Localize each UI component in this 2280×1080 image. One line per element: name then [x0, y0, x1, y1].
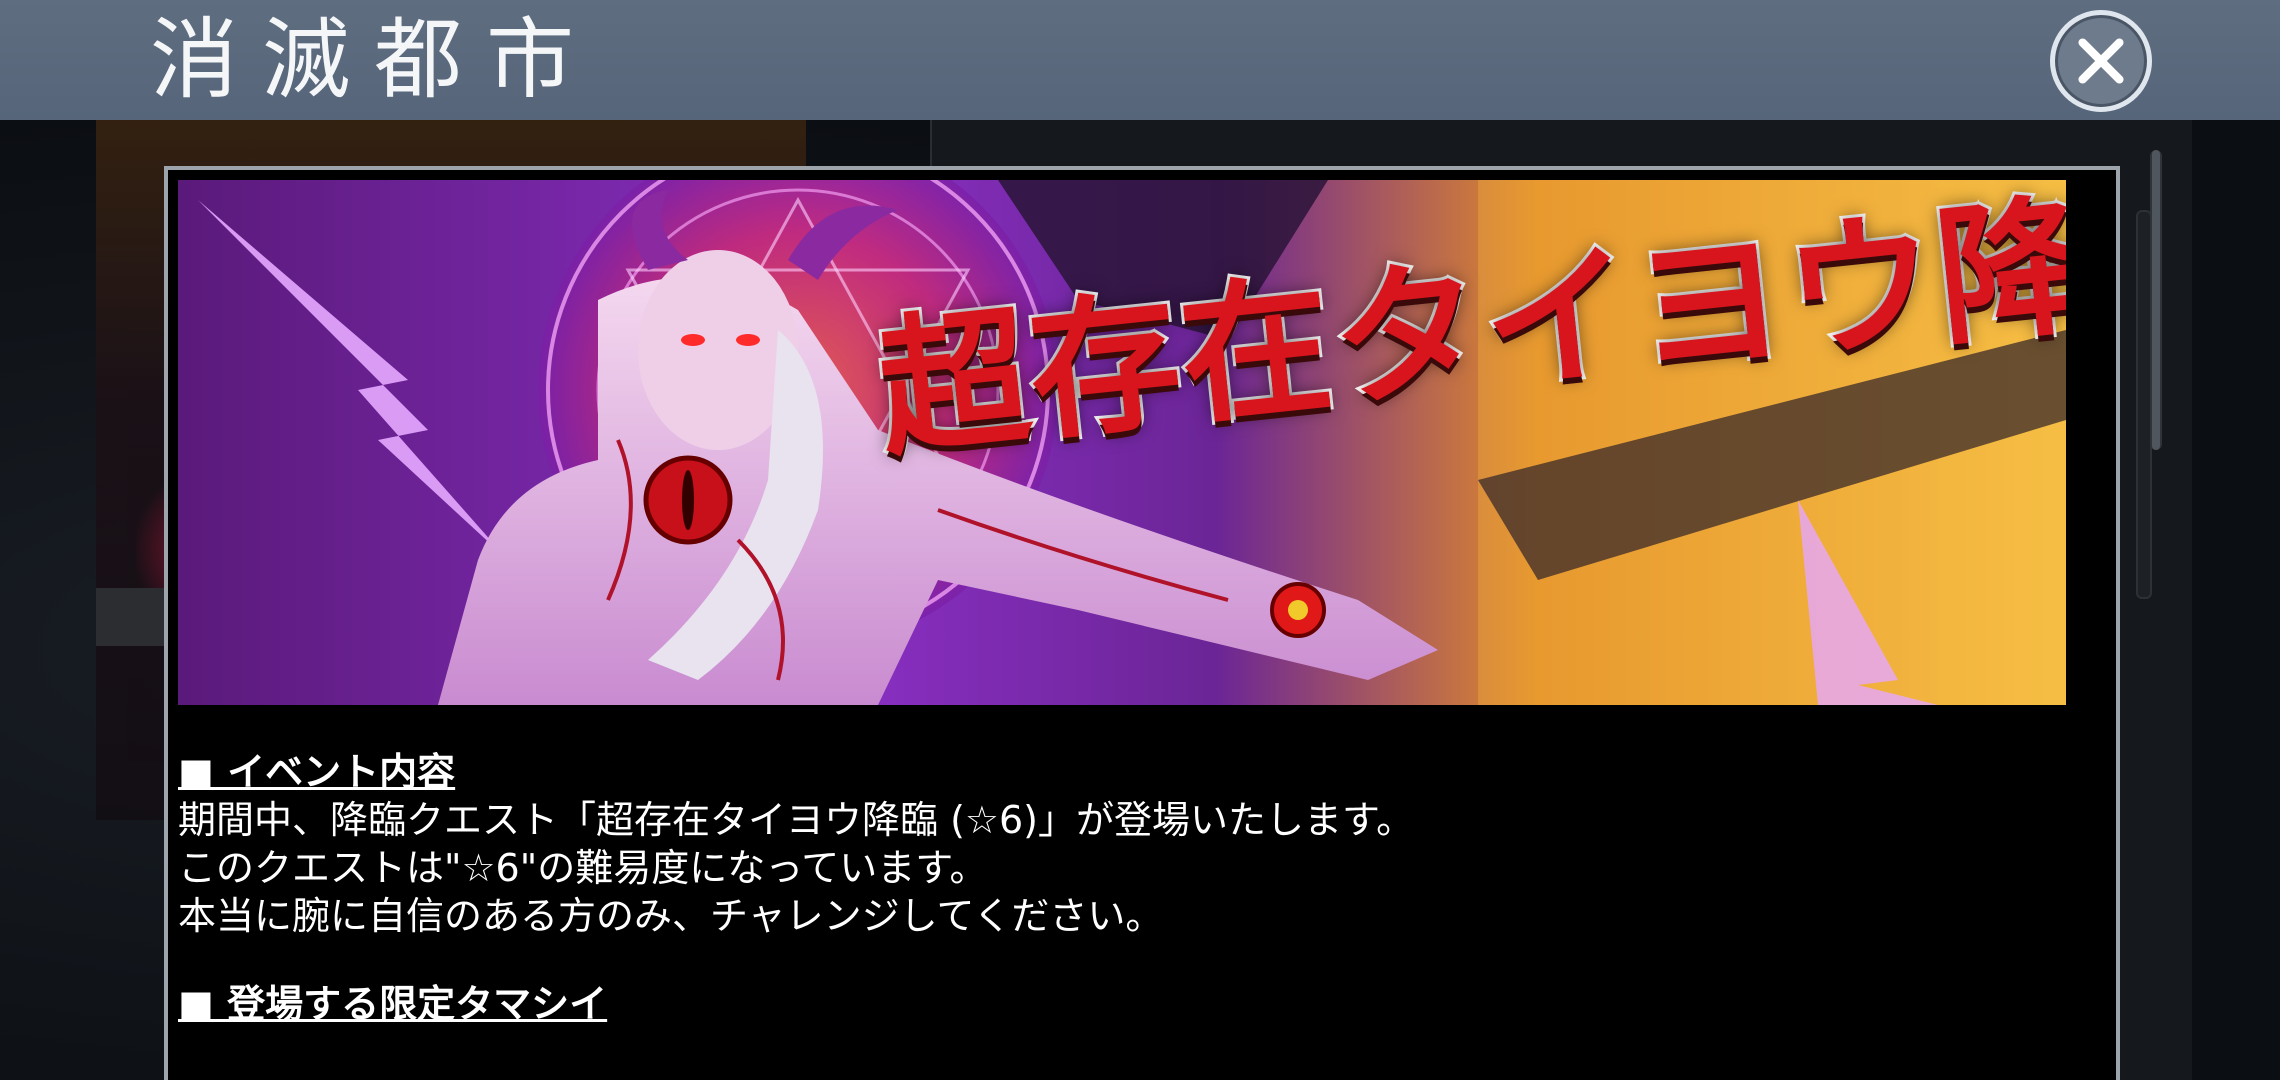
page-title: 消滅都市 [150, 8, 599, 111]
section-heading-event-details: ■ イベント内容 [178, 750, 456, 794]
description-line-3: 本当に腕に自信のある方のみ、チャレンジしてください。 [178, 894, 1164, 938]
title-bar: 消滅都市 [0, 0, 2280, 120]
close-button[interactable] [2050, 10, 2152, 112]
dialog-scrollbar-thumb[interactable] [2152, 150, 2160, 450]
section-heading-limited-souls: ■ 登場する限定タマシイ [178, 982, 608, 1026]
description-line-1: 期間中、降臨クエスト「超存在タイヨウ降臨 (☆6)」が登場いたします。 [178, 798, 1415, 842]
event-description: ■ イベント内容 期間中、降臨クエスト「超存在タイヨウ降臨 (☆6)」が登場いた… [178, 748, 2058, 1028]
description-line-2: このクエストは"☆6"の難易度になっています。 [178, 846, 988, 890]
event-banner: 超存在タイヨウ降臨 [178, 180, 2066, 705]
close-icon [2078, 38, 2124, 84]
